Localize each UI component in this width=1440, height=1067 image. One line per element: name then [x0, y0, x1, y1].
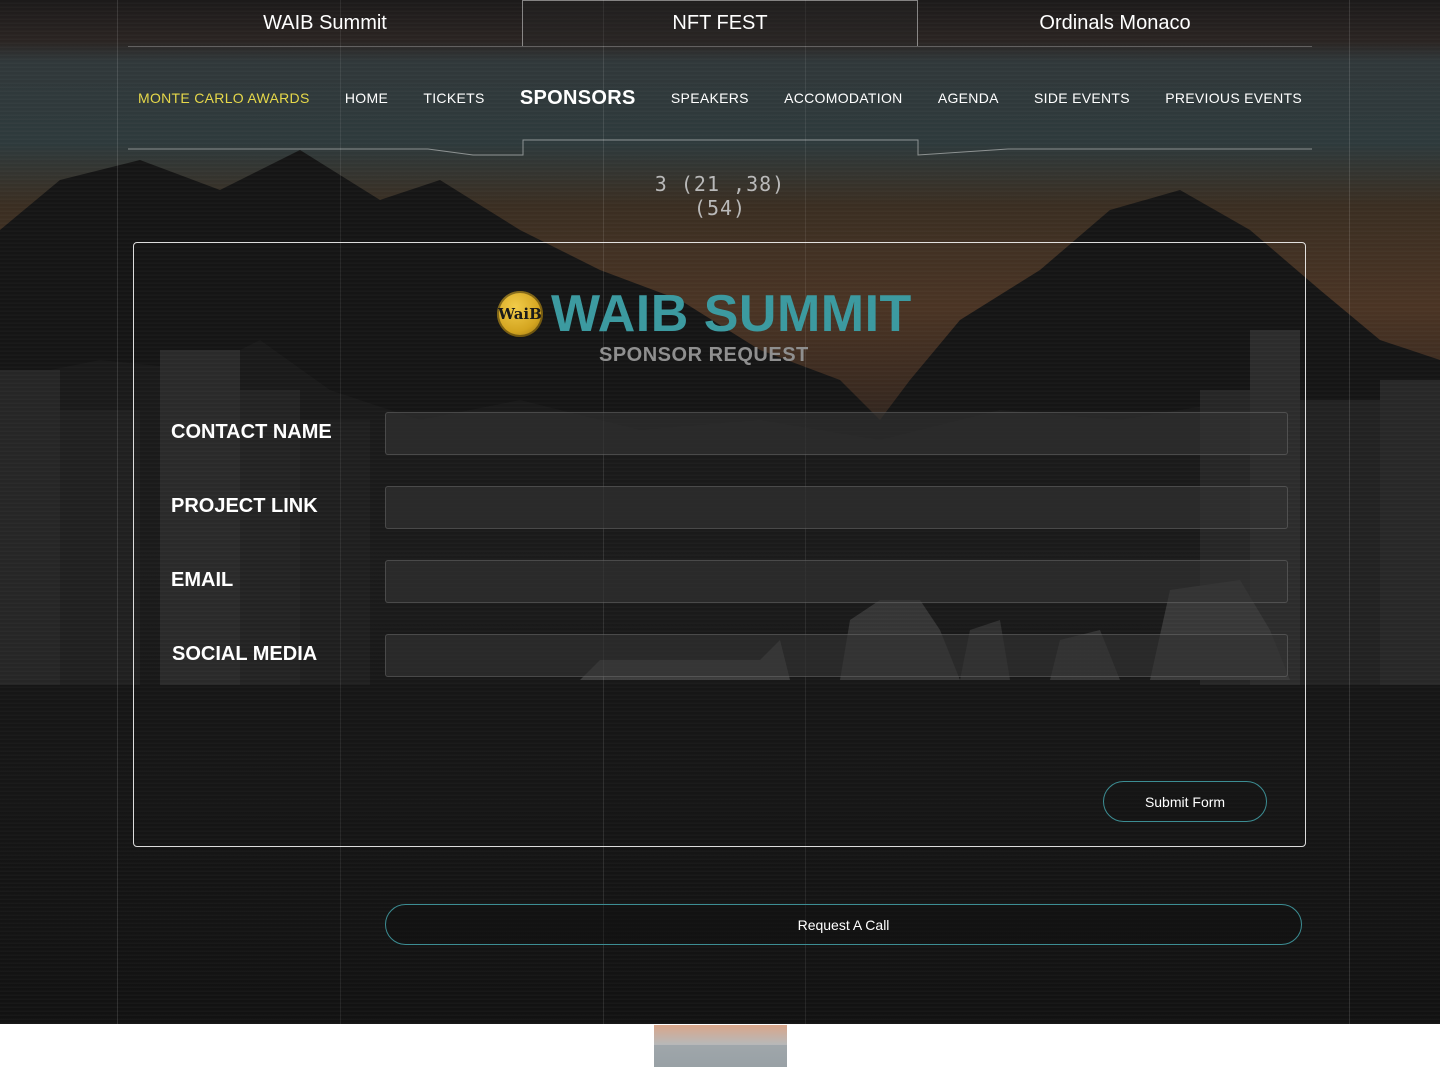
site-tab-nft-fest[interactable]: NFT FEST	[522, 0, 918, 46]
brand-title: WAIB SUMMIT	[551, 285, 912, 343]
site-tabs: WAIB Summit NFT FEST Ordinals Monaco	[128, 0, 1312, 47]
email-input[interactable]	[385, 560, 1288, 603]
nav-item-accomodation[interactable]: ACCOMODATION	[784, 90, 902, 106]
site-tab-ordinals-monaco[interactable]: Ordinals Monaco	[918, 0, 1312, 46]
project-link-label: PROJECT LINK	[171, 495, 318, 517]
countdown-timer: 3 (21 ,38)(54)	[654, 172, 786, 220]
nav-item-sponsors[interactable]: SPONSORS	[520, 87, 636, 110]
site-tab-waib-summit[interactable]: WAIB Summit	[128, 0, 522, 46]
nav-item-home[interactable]: HOME	[345, 90, 388, 106]
nav-item-side-events[interactable]: SIDE EVENTS	[1034, 90, 1130, 106]
nav-item-agenda[interactable]: AGENDA	[938, 90, 999, 106]
project-link-input[interactable]	[385, 486, 1288, 529]
social-media-input[interactable]	[385, 634, 1288, 677]
contact-name-input[interactable]	[385, 412, 1288, 455]
email-label: EMAIL	[171, 569, 234, 591]
request-call-button[interactable]: Request A Call	[385, 904, 1302, 945]
brand-header: WaiB WAIB SUMMIT	[497, 284, 912, 344]
form-subtitle: SPONSOR REQUEST	[599, 344, 809, 366]
nav-item-tickets[interactable]: TICKETS	[423, 90, 484, 106]
thumbnail-harbor	[654, 1045, 787, 1067]
nav-item-monte-carlo-awards[interactable]: MONTE CARLO AWARDS	[138, 90, 310, 106]
social-media-label: SOCIAL MEDIA	[172, 643, 318, 665]
background-thumbnail	[654, 1025, 787, 1067]
submit-form-button[interactable]: Submit Form	[1103, 781, 1267, 822]
waib-logo: WaiB	[497, 291, 543, 337]
main-nav: MONTE CARLO AWARDS HOME TICKETS SPONSORS…	[128, 76, 1312, 120]
nav-item-speakers[interactable]: SPEAKERS	[671, 90, 749, 106]
contact-name-label: CONTACT NAME	[171, 421, 332, 443]
nav-item-previous-events[interactable]: PREVIOUS EVENTS	[1165, 90, 1302, 106]
nav-underline-frame	[128, 139, 1312, 156]
